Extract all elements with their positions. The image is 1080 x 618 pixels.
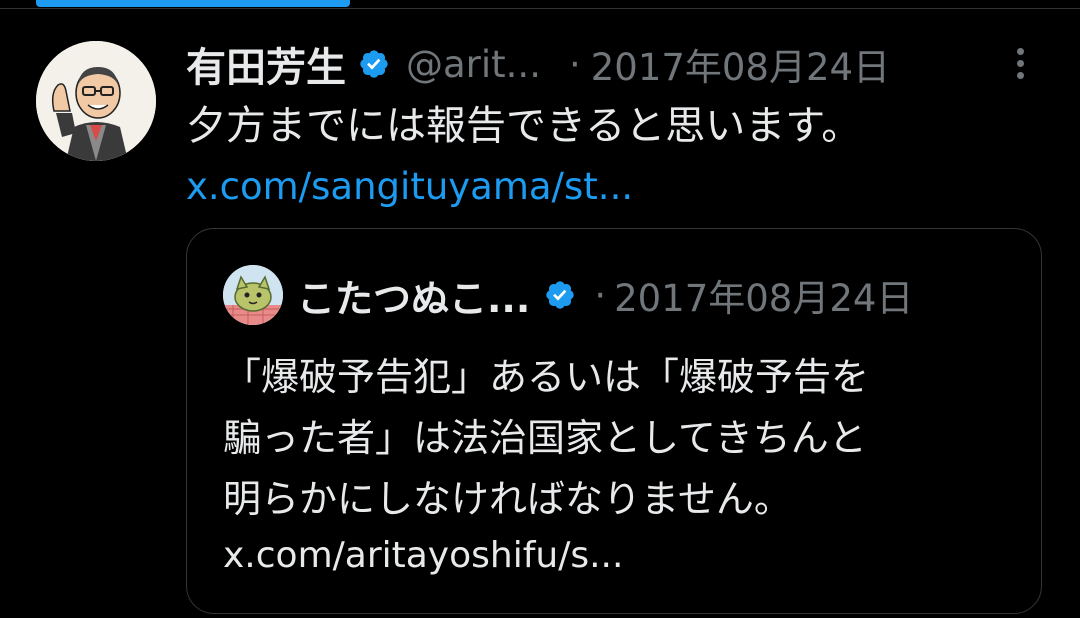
verified-badge-icon — [544, 279, 576, 311]
quoted-tweet-card[interactable]: こたつぬこ... · 2017年08月24日 「爆破予告犯」あるいは「爆破予告を… — [186, 228, 1042, 614]
quote-header-separator: · — [594, 273, 607, 317]
author-display-name[interactable]: 有田芳生 — [186, 35, 346, 93]
header-separator: · — [568, 42, 581, 86]
quote-link: x.com/aritayoshifu/s... — [223, 535, 624, 576]
avatar-illustration — [36, 41, 156, 161]
quote-avatar-illustration — [223, 265, 283, 325]
quote-author-display-name[interactable]: こたつぬこ... — [297, 268, 530, 323]
tweet-timestamp[interactable]: 2017年08月24日 — [591, 37, 890, 91]
quote-author-avatar[interactable] — [223, 265, 283, 325]
quote-text-line: 「爆破予告犯」あるいは「爆破予告を — [223, 355, 870, 399]
tweet-link[interactable]: x.com/sangituyama/st... — [186, 160, 633, 214]
quote-text-line: 明らかにしなければなりません。 — [223, 477, 792, 521]
quote-header: こたつぬこ... · 2017年08月24日 — [297, 267, 913, 323]
author-avatar[interactable] — [36, 41, 156, 161]
top-progress-bar — [36, 0, 350, 7]
top-divider — [0, 8, 1080, 9]
tweet-screen: 有田芳生 @arit... · 2017年08月24日 夕方までには報告できると… — [0, 0, 1080, 618]
quote-text: 「爆破予告犯」あるいは「爆破予告を 騙った者」は法治国家としてきちんと 明らかに… — [223, 347, 1013, 530]
verified-badge-icon — [358, 48, 390, 80]
tweet-text: 夕方までには報告できると思います。 — [186, 103, 862, 149]
author-handle[interactable]: @arit... — [406, 43, 541, 86]
quote-text-line: 騙った者」は法治国家としてきちんと — [223, 416, 867, 460]
tweet-header: 有田芳生 @arit... · 2017年08月24日 — [186, 36, 890, 92]
quote-timestamp: 2017年08月24日 — [614, 277, 914, 320]
more-options-icon[interactable] — [1002, 44, 1038, 88]
